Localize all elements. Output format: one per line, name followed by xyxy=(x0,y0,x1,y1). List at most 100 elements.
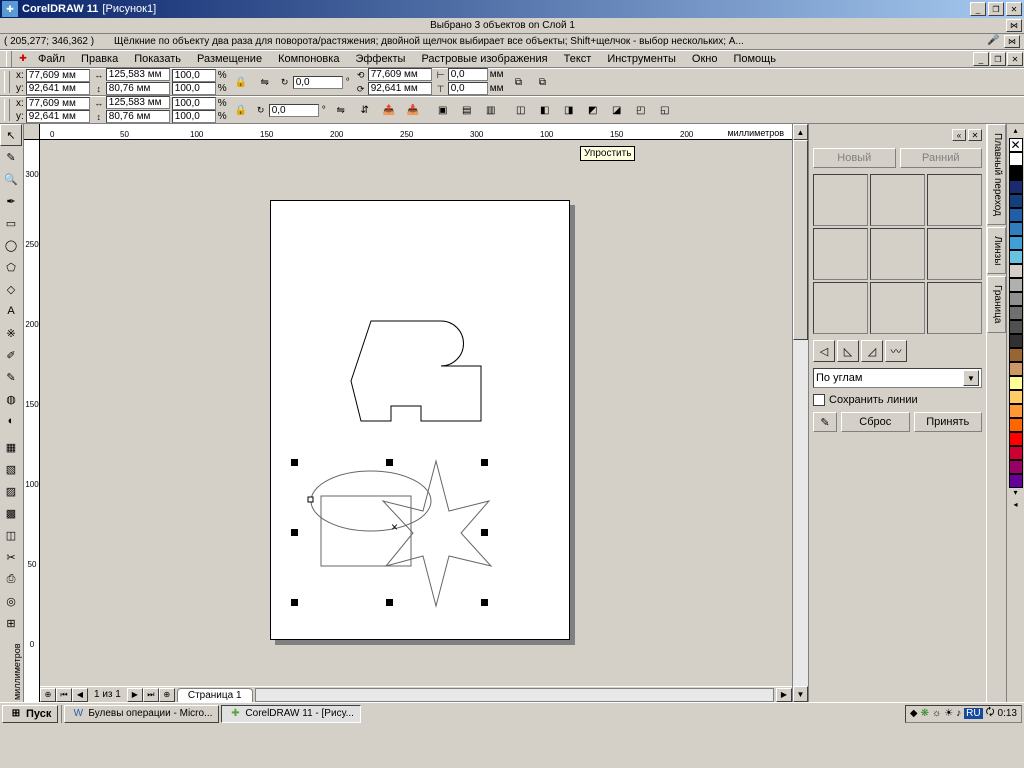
color-swatch[interactable] xyxy=(1009,194,1023,208)
envelope-arc-button[interactable]: ◺ xyxy=(837,340,859,362)
color-swatch[interactable] xyxy=(1009,292,1023,306)
simplify-button[interactable]: ◪ xyxy=(606,99,628,121)
vscroll-down[interactable]: ▼ xyxy=(793,686,808,702)
zoom-tool[interactable]: 🔍 xyxy=(0,168,22,190)
menu-bitmaps[interactable]: Растровые изображения xyxy=(413,51,555,67)
apply-dup-button[interactable]: ⧉ xyxy=(507,71,529,93)
mapping-mode-select[interactable]: По углам ▼ xyxy=(813,368,982,388)
origin-y-input[interactable]: 92,641 мм xyxy=(368,82,432,95)
docker-close-button[interactable]: ✕ xyxy=(968,129,982,141)
menu-effects[interactable]: Эффекты xyxy=(347,51,413,67)
page-next-button[interactable]: ▶ xyxy=(127,688,143,702)
apply-button[interactable]: ⧉ xyxy=(531,71,553,93)
menu-edit[interactable]: Правка xyxy=(73,51,126,67)
maximize-button[interactable]: ❐ xyxy=(988,2,1004,16)
intersect-button[interactable]: ◩ xyxy=(582,99,604,121)
palette-scroll-up[interactable]: ▴ xyxy=(1013,126,1017,138)
envelope-free-button[interactable]: 〰 xyxy=(885,340,907,362)
preset-cell[interactable] xyxy=(813,228,868,280)
back-minus-front-button[interactable]: ◱ xyxy=(654,99,676,121)
y2-position-input[interactable]: 92,641 мм xyxy=(26,110,90,123)
aux-tool-8[interactable]: ◎ xyxy=(0,590,22,612)
rotation2-input[interactable]: 0,0 xyxy=(269,104,319,117)
preset-cell[interactable] xyxy=(870,282,925,334)
hint-nomirror-icon[interactable]: ⋈ xyxy=(1006,19,1022,32)
preset-cell[interactable] xyxy=(870,228,925,280)
ruler-horizontal[interactable]: 0 50 100 150 200 250 300 100 150 200 мил… xyxy=(40,124,792,140)
docker-expand-button[interactable]: « xyxy=(952,129,966,141)
color-swatch[interactable] xyxy=(1009,278,1023,292)
aux-tool-2[interactable]: ▧ xyxy=(0,458,22,480)
no-color-swatch[interactable]: ✕ xyxy=(1009,138,1023,152)
color-swatch[interactable] xyxy=(1009,208,1023,222)
freehand-tool[interactable]: ✒ xyxy=(0,190,22,212)
docker-tab-blend[interactable]: Плавный переход xyxy=(987,124,1006,225)
height-input[interactable]: 80,76 мм xyxy=(106,82,170,95)
docker-tab-lens[interactable]: Линзы xyxy=(987,227,1006,274)
reset-button[interactable]: Сброс xyxy=(841,412,910,432)
aux-tool-9[interactable]: ⊞ xyxy=(0,612,22,634)
page-first-button[interactable]: ⏮ xyxy=(56,688,72,702)
color-swatch[interactable] xyxy=(1009,334,1023,348)
eyedropper-tool[interactable]: ✐ xyxy=(0,344,22,366)
eyedropper-button[interactable]: ✎ xyxy=(813,412,837,432)
tray-icon[interactable]: ❋ xyxy=(921,708,929,719)
color-swatch[interactable] xyxy=(1009,348,1023,362)
menu-window[interactable]: Окно xyxy=(684,51,726,67)
keep-lines-checkbox[interactable] xyxy=(813,394,825,406)
doc-minimize-button[interactable]: _ xyxy=(973,52,989,66)
close-button[interactable]: ✕ xyxy=(1006,2,1022,16)
mirror-v2-button[interactable]: ⇵ xyxy=(354,99,376,121)
color-swatch[interactable] xyxy=(1009,320,1023,334)
color-swatch[interactable] xyxy=(1009,306,1023,320)
menu-help[interactable]: Помощь xyxy=(725,51,784,67)
scale2-x-input[interactable]: 100,0 xyxy=(172,97,216,110)
scale-x-input[interactable]: 100,0 xyxy=(172,69,216,82)
color-swatch[interactable] xyxy=(1009,264,1023,278)
menu-layout[interactable]: Размещение xyxy=(189,51,270,67)
ungroup-all-button[interactable]: ▥ xyxy=(480,99,502,121)
apply-button[interactable]: Принять xyxy=(914,412,983,432)
x-position-input[interactable]: 77,609 мм xyxy=(26,69,90,82)
scrollbar-vertical[interactable]: ▲ ▼ xyxy=(792,124,808,702)
scrollbar-horizontal[interactable] xyxy=(255,688,774,702)
ellipse-tool[interactable]: ◯ xyxy=(0,234,22,256)
aux-tool-7[interactable]: ⎙ xyxy=(0,568,22,590)
aux-tool-6[interactable]: ✂ xyxy=(0,546,22,568)
combine-button[interactable]: ◫ xyxy=(510,99,532,121)
aux-tool-5[interactable]: ◫ xyxy=(0,524,22,546)
origin-x-input[interactable]: 77,609 мм xyxy=(368,68,432,81)
outline-tool[interactable]: ✎ xyxy=(0,366,22,388)
preset-cell[interactable] xyxy=(927,174,982,226)
tray-icon[interactable]: ♪ xyxy=(956,708,961,719)
propbar1-grip[interactable] xyxy=(4,71,10,93)
minimize-button[interactable]: _ xyxy=(970,2,986,16)
menu-file[interactable]: Файл xyxy=(30,51,73,67)
canvas-viewport[interactable]: × Упростить xyxy=(40,140,792,686)
menu-grip[interactable] xyxy=(6,51,12,67)
ruler-vertical[interactable]: 300 250 200 150 100 50 0 миллиметров xyxy=(24,140,40,702)
palette-scroll-down[interactable]: ▾ xyxy=(1013,488,1017,500)
menubar-app-icon[interactable]: ✚ xyxy=(16,51,30,65)
group-button[interactable]: ▣ xyxy=(432,99,454,121)
tray-icon[interactable]: 🗘 xyxy=(986,705,995,722)
lock-ratio-button[interactable]: 🔒 xyxy=(230,71,252,93)
color-swatch[interactable] xyxy=(1009,362,1023,376)
to-back-button[interactable]: 📥 xyxy=(402,99,424,121)
to-front-button[interactable]: 📤 xyxy=(378,99,400,121)
ungroup-button[interactable]: ▤ xyxy=(456,99,478,121)
page-prev-button[interactable]: ◀ xyxy=(72,688,88,702)
hint-mic-icon[interactable]: 🎤 xyxy=(987,35,1003,49)
color-swatch[interactable] xyxy=(1009,460,1023,474)
mirror-h-button[interactable]: ⇋ xyxy=(254,71,276,93)
scale-y-input[interactable]: 100,0 xyxy=(172,82,216,95)
lock-ratio2-button[interactable]: 🔒 xyxy=(230,99,252,121)
preset-cell[interactable] xyxy=(927,282,982,334)
preset-cell[interactable] xyxy=(927,228,982,280)
aux-tool-4[interactable]: ▩ xyxy=(0,502,22,524)
color-swatch[interactable] xyxy=(1009,236,1023,250)
preset-cell[interactable] xyxy=(813,282,868,334)
ruler-corner[interactable] xyxy=(24,124,40,140)
x2-position-input[interactable]: 77,609 мм xyxy=(26,97,90,110)
mirror-h2-button[interactable]: ⇋ xyxy=(330,99,352,121)
